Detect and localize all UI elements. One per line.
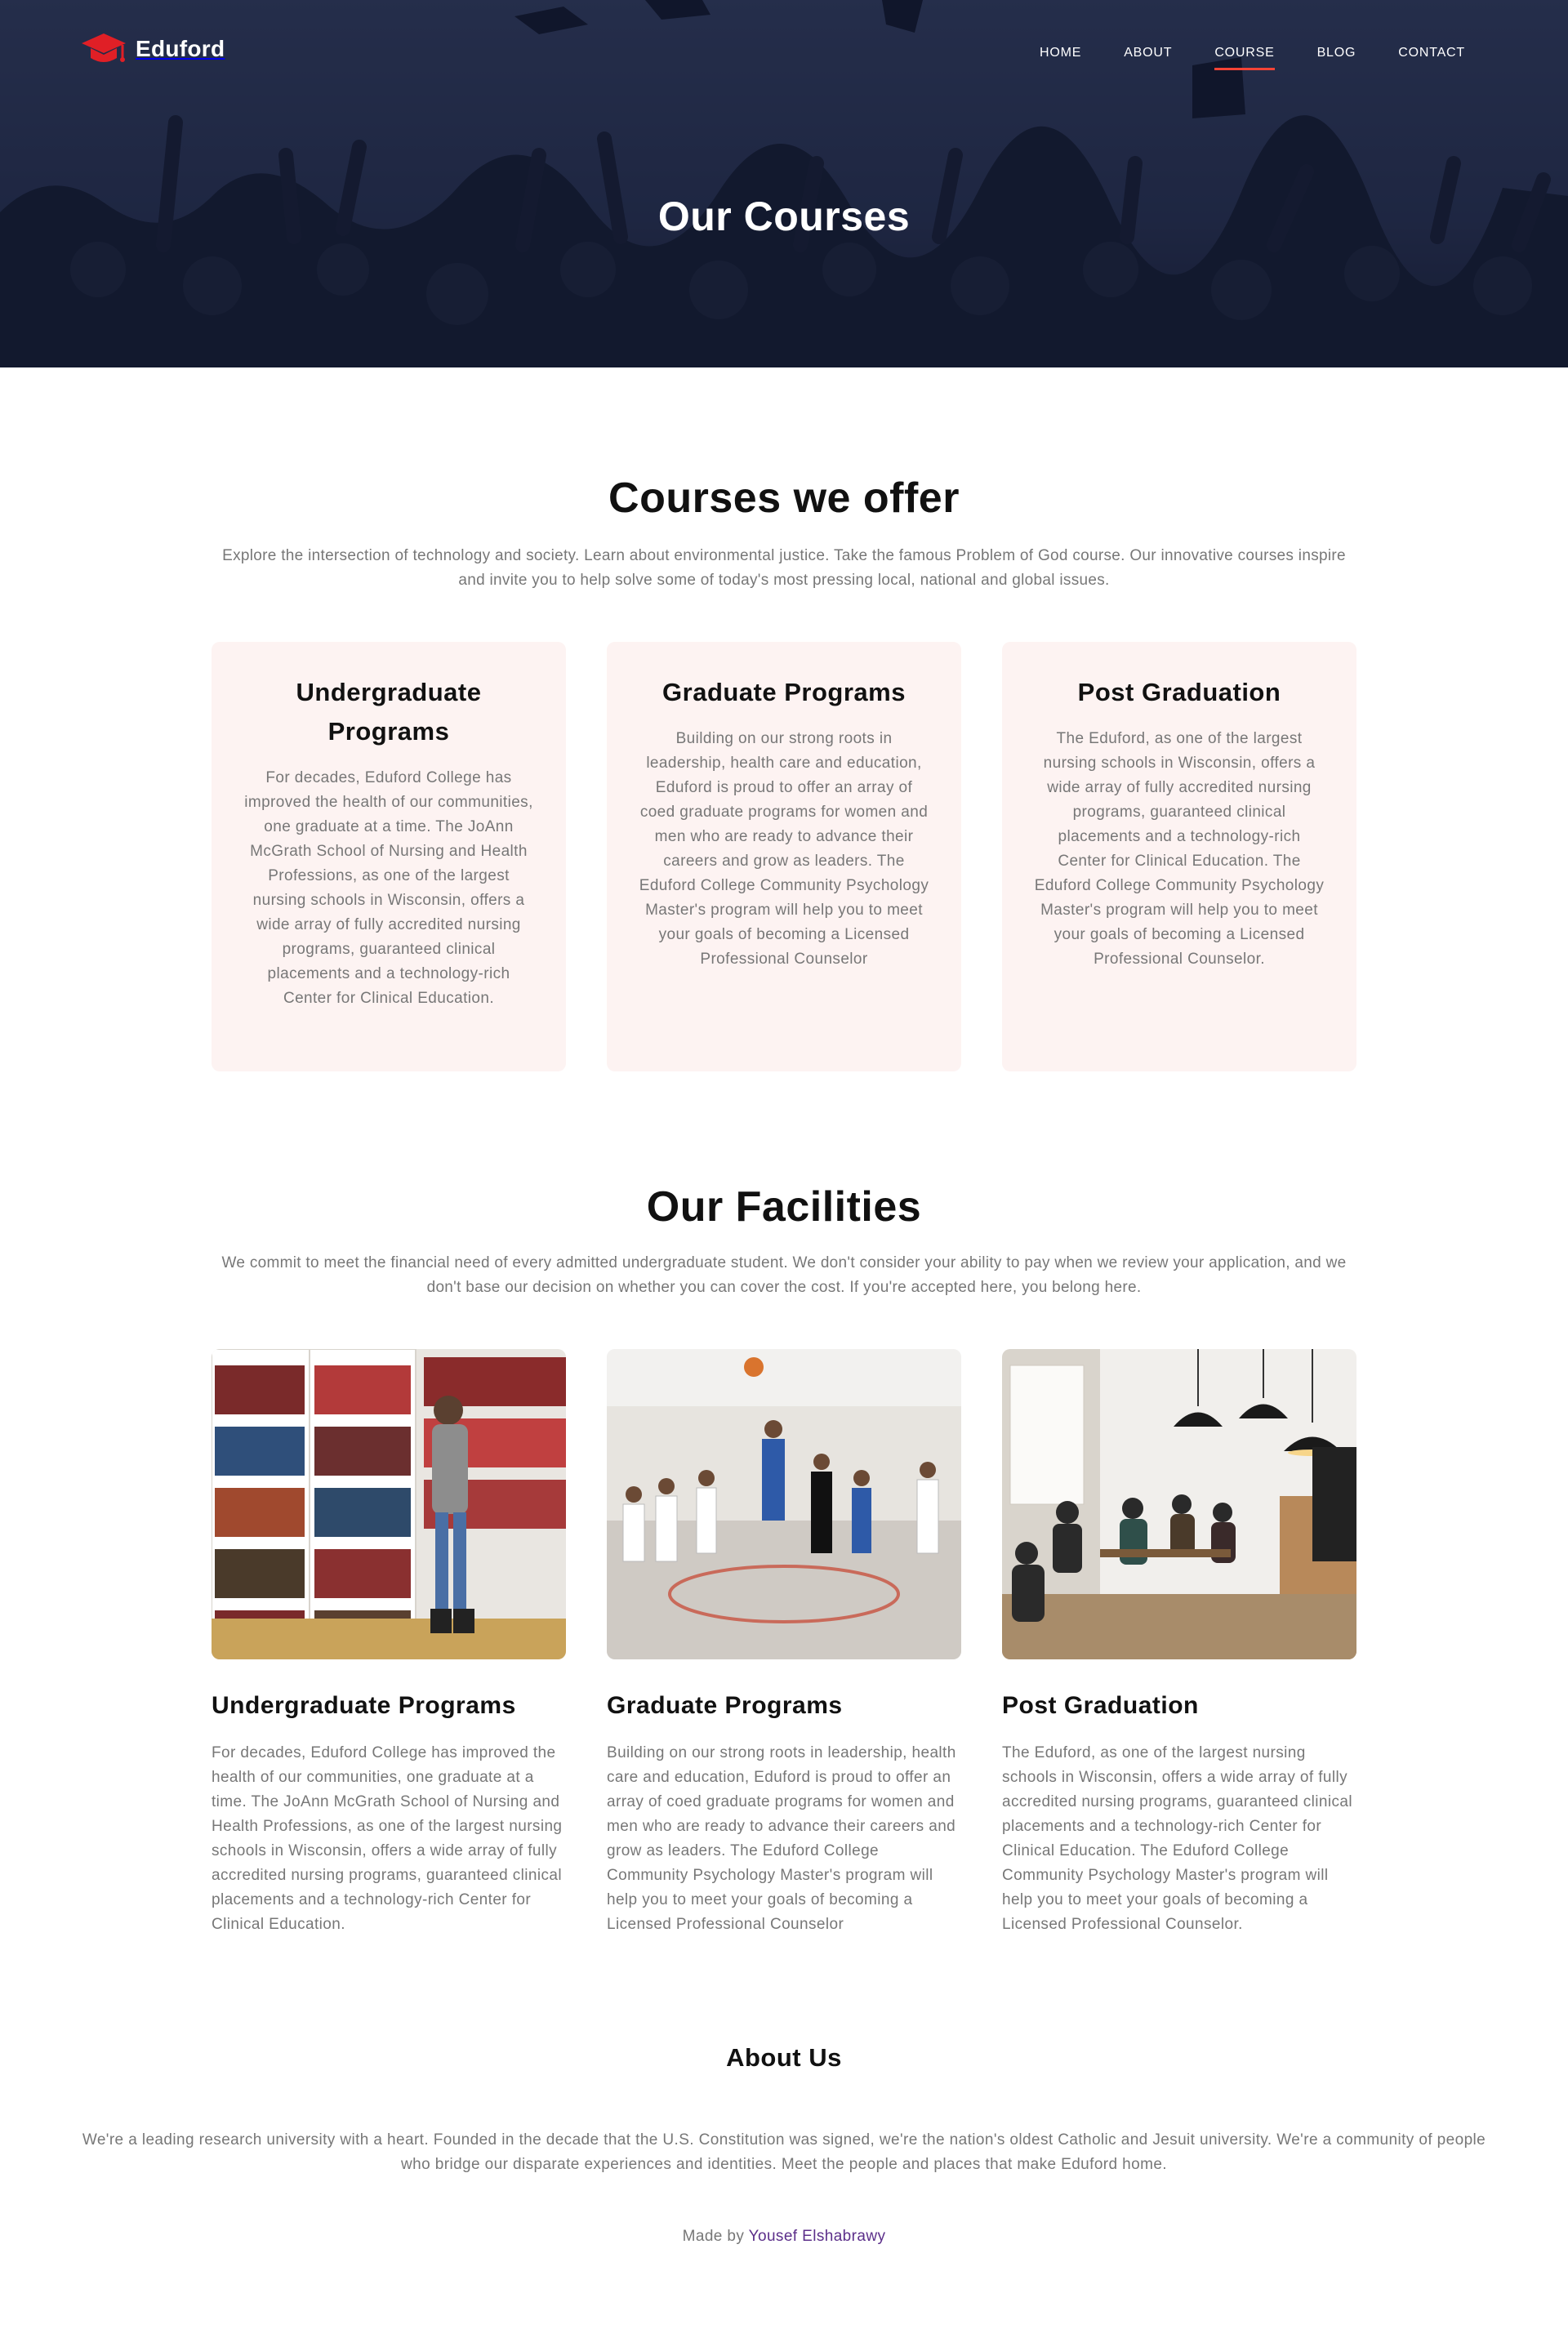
course-card-title: Graduate Programs xyxy=(662,678,906,706)
graduation-cap-icon xyxy=(82,33,126,62)
cafeteria-photo xyxy=(1002,1349,1356,1659)
nav-home[interactable]: HOME xyxy=(1040,41,1081,65)
brand-logo[interactable]: Eduford xyxy=(80,30,225,68)
facility-card-sports: Graduate Programs Building on our strong… xyxy=(607,1349,961,1937)
facility-card-text: For decades, Eduford College has improve… xyxy=(212,1744,563,1933)
hero-title: Our Courses xyxy=(657,194,911,239)
nav-about[interactable]: ABOUT xyxy=(1124,41,1172,65)
courses-section: Courses we offer Explore the intersectio… xyxy=(0,367,1568,1071)
facility-card-library: Undergraduate Programs For decades, Eduf… xyxy=(212,1349,566,1937)
library-photo xyxy=(212,1349,566,1659)
facility-cards: Undergraduate Programs For decades, Eduf… xyxy=(0,1349,1568,1937)
course-card-text: Building on our strong roots in leadersh… xyxy=(639,730,929,968)
nav-links: HOME ABOUT COURSE BLOG CONTACT xyxy=(997,41,1465,70)
course-card-text: The Eduford, as one of the largest nursi… xyxy=(1034,730,1325,968)
nav-course[interactable]: COURSE xyxy=(1214,41,1275,70)
facility-card-text: Building on our strong roots in leadersh… xyxy=(607,1744,956,1933)
course-card-text: For decades, Eduford College has improve… xyxy=(244,769,533,1007)
facilities-title: Our Facilities xyxy=(646,1183,922,1231)
course-card-post-graduation[interactable]: Post Graduation The Eduford, as one of t… xyxy=(1002,642,1356,1071)
facility-card-title: Undergraduate Programs xyxy=(212,1692,516,1719)
hero-banner: Eduford HOME ABOUT COURSE BLOG CONTACT O… xyxy=(0,0,1568,367)
nav-blog[interactable]: BLOG xyxy=(1317,41,1356,65)
facility-card-cafeteria: Post Graduation The Eduford, as one of t… xyxy=(1002,1349,1356,1937)
courses-subtitle: Explore the intersection of technology a… xyxy=(222,547,1346,589)
facility-card-title: Post Graduation xyxy=(1002,1692,1199,1719)
course-card-graduate[interactable]: Graduate Programs Building on our strong… xyxy=(607,642,961,1071)
facilities-subtitle: We commit to meet the financial need of … xyxy=(221,1254,1347,1296)
courses-title: Courses we offer xyxy=(608,474,960,522)
facilities-section: Our Facilities We commit to meet the fin… xyxy=(0,1071,1568,1937)
footer-prefix: Made by xyxy=(682,2228,745,2245)
navbar: Eduford HOME ABOUT COURSE BLOG CONTACT xyxy=(0,0,1568,106)
course-card-title: Post Graduation xyxy=(1077,678,1281,706)
author-link[interactable]: Yousef Elshabrawy xyxy=(749,2228,886,2245)
about-text: We're a leading research university with… xyxy=(82,2131,1486,2173)
nav-contact[interactable]: CONTACT xyxy=(1398,41,1465,65)
about-section: About Us We're a leading research univer… xyxy=(0,1937,1568,2267)
course-card-title: Undergraduate Programs xyxy=(296,678,482,746)
about-title: About Us xyxy=(726,2043,842,2072)
course-cards: Undergraduate Programs For decades, Eduf… xyxy=(0,642,1568,1071)
course-card-undergraduate[interactable]: Undergraduate Programs For decades, Eduf… xyxy=(212,642,566,1071)
basketball-photo xyxy=(607,1349,961,1659)
facility-card-text: The Eduford, as one of the largest nursi… xyxy=(1002,1744,1352,1933)
brand-name: Eduford xyxy=(136,36,225,61)
footer: Made by Yousef Elshabrawy xyxy=(0,2228,1568,2267)
facility-card-title: Graduate Programs xyxy=(607,1692,843,1719)
